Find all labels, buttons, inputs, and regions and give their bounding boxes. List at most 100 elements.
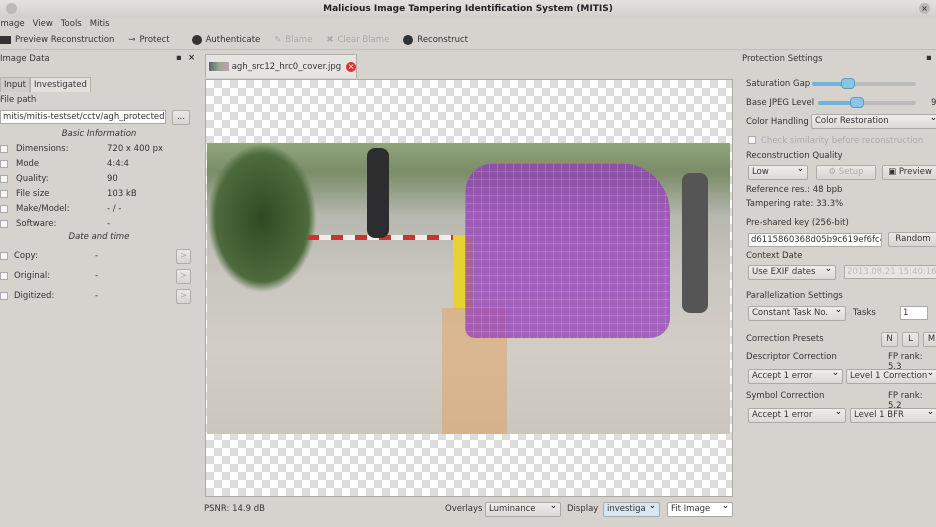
- clear-icon: ✖: [326, 35, 334, 45]
- checkbox[interactable]: [0, 190, 8, 198]
- set-date-button[interactable]: >: [176, 249, 191, 264]
- tab-input[interactable]: Input: [0, 77, 31, 92]
- info-label: File size: [16, 189, 50, 199]
- label: Preview: [898, 167, 932, 177]
- checkbox[interactable]: [0, 220, 8, 228]
- tasks-label: Tasks: [853, 308, 876, 318]
- browse-button[interactable]: ...: [172, 110, 190, 125]
- window-title: Malicious Image Tampering Identification…: [323, 4, 613, 14]
- descriptor-level-select[interactable]: Level 1 Correction: [846, 369, 936, 384]
- protect-button[interactable]: ⊸ Protect: [128, 35, 169, 45]
- barrier-arm: [307, 235, 467, 240]
- clear-blame-button[interactable]: ✖ Clear Blame: [326, 35, 389, 45]
- descriptor-error-select[interactable]: Accept 1 error: [748, 369, 843, 384]
- authenticate-button[interactable]: Authenticate: [191, 35, 261, 45]
- symbol-error-select[interactable]: Accept 1 error: [748, 408, 846, 423]
- document-tab-label: agh_src12_hrc0_cover.jpg: [231, 61, 342, 72]
- checkbox[interactable]: [0, 252, 8, 260]
- file-path-input[interactable]: mitis/mitis-testset/cctv/agh_protected.j…: [0, 110, 166, 124]
- reconstruct-button[interactable]: Reconstruct: [403, 35, 468, 45]
- float-icon[interactable]: ▪: [176, 53, 182, 63]
- panel-title: Image Data: [0, 54, 50, 64]
- checkbox[interactable]: [0, 175, 8, 183]
- checkbox[interactable]: [748, 136, 756, 144]
- date-time-heading: Date and time: [68, 232, 130, 242]
- check-similarity-checkbox[interactable]: Check similarity before reconstruction: [748, 136, 923, 146]
- checkbox[interactable]: [0, 272, 8, 280]
- set-date-button[interactable]: >: [176, 269, 191, 284]
- checkbox[interactable]: [0, 160, 8, 168]
- date-input[interactable]: 2013.08.21 15:40:16: [844, 265, 936, 279]
- close-panel-icon[interactable]: ×: [188, 53, 195, 63]
- info-row: File size 103 kB: [0, 188, 198, 200]
- label: Reconstruct: [417, 35, 468, 45]
- float-icon[interactable]: ▪: [926, 53, 932, 63]
- label: Preview Reconstruction: [15, 35, 115, 45]
- preview-button[interactable]: ▣ Preview: [882, 165, 936, 180]
- investigated-image[interactable]: [207, 143, 730, 434]
- label: Clear Blame: [337, 35, 390, 45]
- symbol-level-select[interactable]: Level 1 BFR: [850, 408, 936, 423]
- parallelization-select[interactable]: Constant Task No.: [748, 306, 846, 321]
- gear-icon: ⚙: [828, 167, 839, 177]
- saturation-gap-slider[interactable]: [812, 78, 916, 89]
- checkbox[interactable]: [0, 145, 8, 153]
- color-handling-select[interactable]: Color Restoration: [811, 114, 936, 129]
- window-menu-icon[interactable]: [6, 3, 17, 14]
- protection-settings-panel: Protection Settings ▪ Saturation Gap Bas…: [738, 51, 936, 527]
- image-icon: ▣: [888, 167, 899, 177]
- label: Authenticate: [205, 35, 261, 45]
- context-date-label: Context Date: [746, 251, 803, 261]
- psk-input[interactable]: d6115860368d05b9c619ef6fc46: [748, 233, 882, 247]
- context-date-select[interactable]: Use EXIF dates: [748, 265, 836, 280]
- date-label: Copy:: [14, 251, 38, 261]
- info-row: Make/Model: - / -: [0, 203, 198, 215]
- preset-m-button[interactable]: M: [923, 332, 936, 347]
- blame-button[interactable]: ✎ Blame: [274, 35, 312, 45]
- tampering-rate: Tampering rate: 33.3%: [746, 199, 844, 209]
- checkbox[interactable]: [0, 205, 8, 213]
- display-select[interactable]: investiga: [603, 502, 660, 517]
- menu-tools[interactable]: Tools: [61, 18, 82, 31]
- menu-bar: Image View Tools Mitis: [0, 18, 936, 31]
- psk-label: Pre-shared key (256-bit): [746, 218, 849, 228]
- quality-select[interactable]: Low: [748, 165, 808, 180]
- image-data-panel: Image Data ▪ × Input Investigated File p…: [0, 51, 198, 527]
- random-button[interactable]: Random: [888, 232, 936, 247]
- preset-l-button[interactable]: L: [902, 332, 919, 347]
- document-tab[interactable]: agh_src12_hrc0_cover.jpg ×: [205, 54, 357, 78]
- info-value: 4:4:4: [107, 159, 129, 169]
- label: Check similarity before reconstruction: [761, 136, 924, 146]
- menu-mitis[interactable]: Mitis: [90, 18, 110, 31]
- info-value: 103 kB: [107, 189, 137, 199]
- setup-button[interactable]: ⚙ Setup: [816, 165, 876, 180]
- menu-view[interactable]: View: [33, 18, 53, 31]
- checkbox[interactable]: [0, 292, 8, 300]
- reference-res: Reference res.: 48 bpb: [746, 185, 843, 195]
- info-value: 720 x 400 px: [107, 144, 164, 154]
- color-handling-label: Color Handling: [746, 117, 809, 127]
- info-label: Mode: [16, 159, 40, 169]
- panel-title: Protection Settings: [742, 54, 823, 64]
- menu-image[interactable]: Image: [0, 18, 25, 31]
- symbol-correction-label: Symbol Correction: [746, 391, 825, 401]
- pencil-icon: ✎: [274, 35, 282, 45]
- info-label: Dimensions:: [16, 144, 69, 154]
- tasks-spinbox[interactable]: 1: [900, 306, 928, 320]
- base-jpeg-label: Base JPEG Level: [746, 98, 815, 108]
- label: Setup: [838, 167, 864, 177]
- descriptor-correction-label: Descriptor Correction: [746, 352, 837, 362]
- basic-info-heading: Basic Information: [61, 129, 137, 139]
- base-jpeg-slider[interactable]: [818, 97, 916, 108]
- close-icon[interactable]: ×: [919, 3, 930, 14]
- date-row: Copy: - >: [0, 249, 198, 264]
- preview-reconstruction-button[interactable]: Preview Reconstruction: [0, 35, 114, 45]
- close-tab-icon[interactable]: ×: [346, 61, 356, 72]
- set-date-button[interactable]: >: [176, 289, 191, 304]
- zoom-select[interactable]: Fit Image: [667, 502, 733, 517]
- tab-investigated[interactable]: Investigated: [30, 77, 91, 92]
- tampering-overlay: [465, 163, 670, 338]
- overlays-select[interactable]: Luminance: [485, 502, 561, 517]
- preset-n-button[interactable]: N: [881, 332, 898, 347]
- date-label: Original:: [14, 271, 51, 281]
